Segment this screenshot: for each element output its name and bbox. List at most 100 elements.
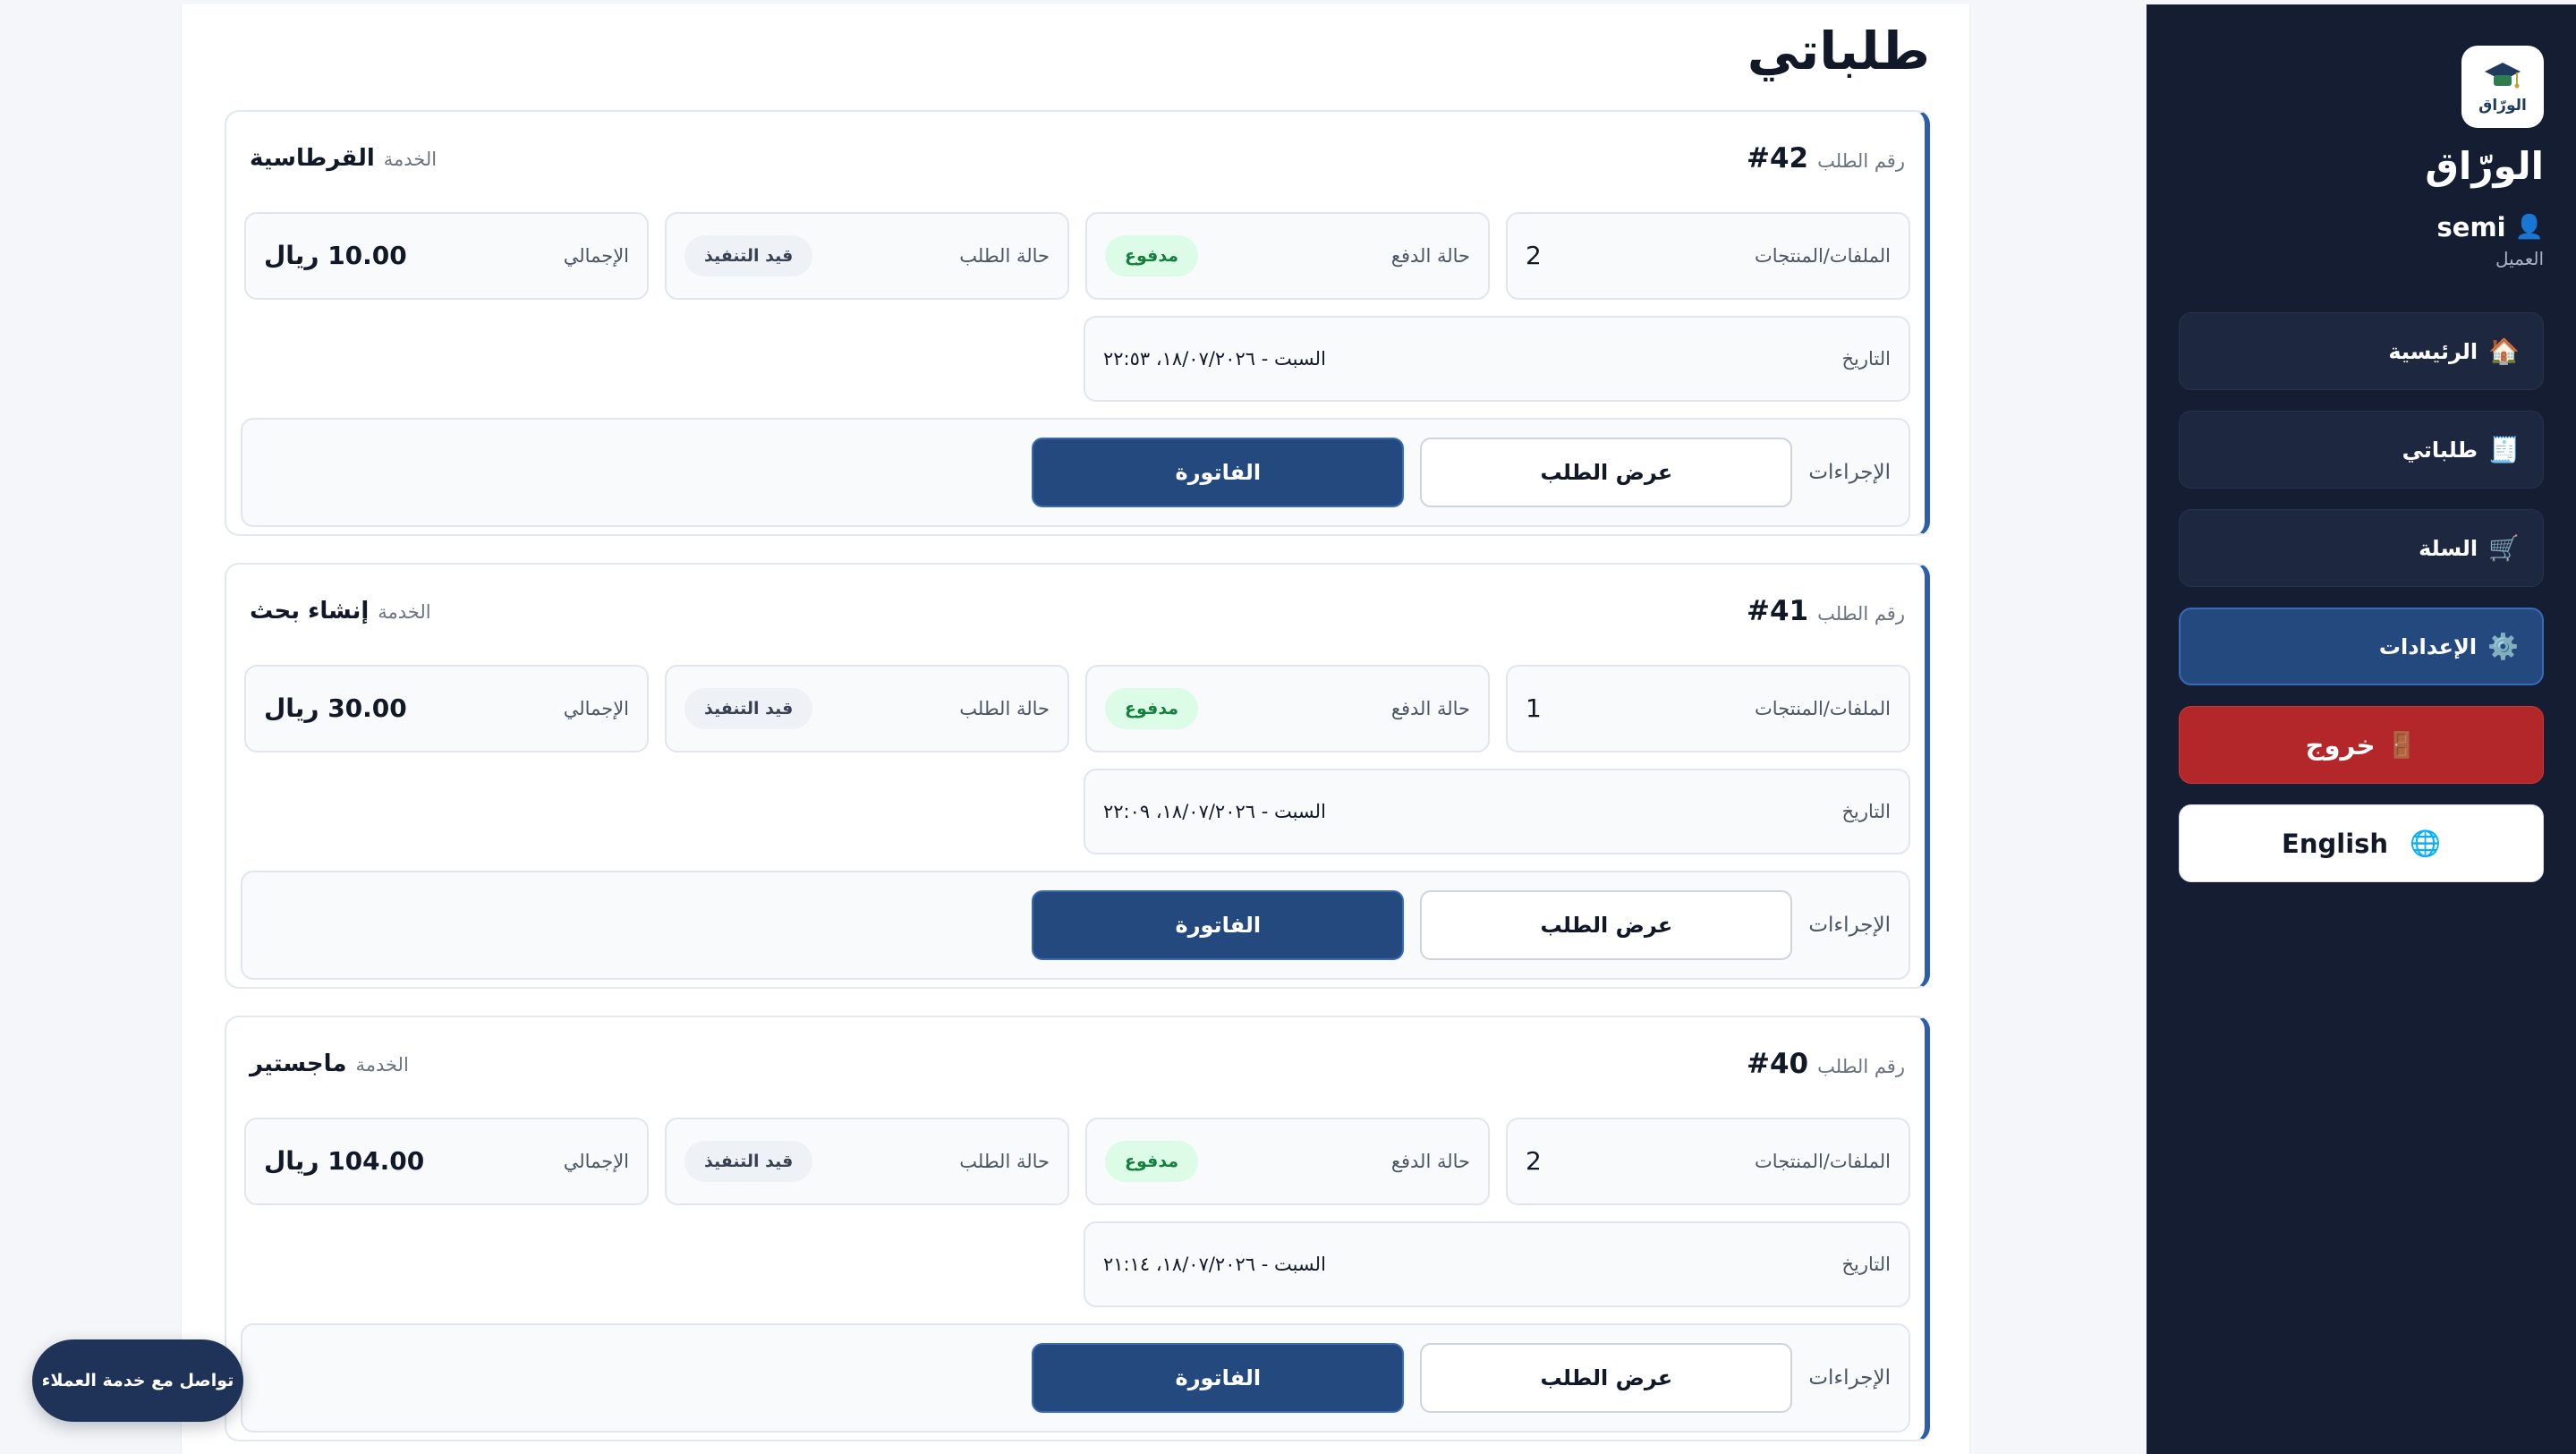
order-status-box: حالة الطلب قيد التنفيذ	[665, 1117, 1069, 1205]
payment-status-badge: مدفوع	[1105, 1140, 1199, 1182]
total-box: الإجمالي 104.00 ريال	[244, 1117, 649, 1205]
payment-status-label: حالة الدفع	[1390, 244, 1470, 267]
order-date: السبت - ١٨/٠٧/٢٠٢٦، ٢٢:٠٩	[1103, 800, 1326, 822]
order-status-label: حالة الطلب	[959, 697, 1050, 719]
total-amount: 104.00 ريال	[264, 1146, 425, 1177]
files-count: 2	[1526, 241, 1542, 271]
user-name: semi	[2436, 212, 2506, 243]
sidebar-item-label: طلباتي	[2402, 437, 2478, 463]
sidebar-item-my-orders[interactable]: 🧾 طلباتي	[2179, 411, 2544, 489]
order-status-badge: قيد التنفيذ	[684, 234, 813, 276]
total-box: الإجمالي 10.00 ريال	[244, 211, 649, 300]
payment-status-box: حالة الدفع مدفوع	[1085, 211, 1490, 300]
order-number-label: رقم الطلب	[1817, 149, 1905, 172]
order-card: رقم الطلب #41 الخدمة إنشاء بحث الملفات/ا…	[225, 562, 1930, 989]
payment-status-badge: مدفوع	[1105, 687, 1199, 729]
home-icon: 🏠	[2488, 336, 2520, 367]
payment-status-badge: مدفوع	[1105, 234, 1199, 276]
gear-icon: ⚙️	[2487, 632, 2519, 662]
service-name: القرطاسية	[250, 144, 375, 172]
order-status-box: حالة الطلب قيد التنفيذ	[665, 211, 1069, 300]
date-label: التاريخ	[1841, 347, 1891, 370]
language-label: English	[2282, 828, 2389, 859]
page: طلباتي رقم الطلب #42 الخدمة القرطاسية ال…	[0, 0, 2576, 1454]
service-group: الخدمة إنشاء بحث	[250, 598, 431, 625]
payment-status-label: حالة الدفع	[1390, 697, 1470, 719]
order-actions: الإجراءات عرض الطلب الفاتورة	[241, 1322, 1910, 1433]
sidebar: الورّاق الورّاق 👤 semi العميل 🏠 الرئيسية…	[2147, 4, 2576, 1454]
order-card: رقم الطلب #40 الخدمة ماجستير الملفات/الم…	[225, 1015, 1930, 1441]
graduation-cap-icon	[2485, 63, 2521, 89]
files-count: 2	[1526, 1146, 1542, 1177]
order-stats: الملفات/المنتجات 2 حالة الدفع مدفوع حالة…	[244, 211, 1910, 300]
total-label: الإجمالي	[563, 697, 629, 719]
sidebar-item-label: الإعدادات	[2378, 633, 2478, 659]
order-number: #41	[1747, 594, 1809, 627]
receipt-icon: 🧾	[2488, 435, 2520, 465]
order-stats: الملفات/المنتجات 2 حالة الدفع مدفوع حالة…	[244, 1117, 1910, 1205]
total-label: الإجمالي	[563, 1150, 629, 1172]
cart-icon: 🛒	[2488, 533, 2520, 564]
service-label: الخدمة	[355, 1053, 409, 1076]
order-card-header: رقم الطلب #40 الخدمة ماجستير	[244, 1041, 1910, 1087]
files-label: الملفات/المنتجات	[1755, 697, 1891, 719]
order-card-header: رقم الطلب #41 الخدمة إنشاء بحث	[244, 588, 1910, 634]
order-stats: الملفات/المنتجات 1 حالة الدفع مدفوع حالة…	[244, 664, 1910, 753]
date-label: التاريخ	[1841, 1253, 1891, 1275]
language-toggle-button[interactable]: English 🌐	[2179, 804, 2544, 883]
brand-name: الورّاق	[2425, 144, 2544, 188]
service-label: الخدمة	[383, 148, 438, 170]
sidebar-item-settings[interactable]: ⚙️ الإعدادات	[2179, 608, 2544, 686]
order-date: السبت - ١٨/٠٧/٢٠٢٦، ٢٢:٥٣	[1103, 347, 1326, 370]
order-number-group: رقم الطلب #40	[1747, 1048, 1905, 1080]
service-name: ماجستير	[250, 1050, 347, 1077]
order-number-label: رقم الطلب	[1817, 602, 1905, 625]
main-content: طلباتي رقم الطلب #42 الخدمة القرطاسية ال…	[181, 4, 1970, 1454]
service-label: الخدمة	[378, 600, 431, 623]
total-box: الإجمالي 30.00 ريال	[244, 664, 649, 753]
files-label: الملفات/المنتجات	[1755, 244, 1891, 267]
logo[interactable]: الورّاق	[2461, 46, 2544, 128]
view-order-button[interactable]: عرض الطلب	[1420, 437, 1793, 507]
date-label: التاريخ	[1841, 800, 1891, 822]
service-group: الخدمة القرطاسية	[250, 145, 437, 172]
logout-button[interactable]: 🚪 خروج	[2179, 706, 2544, 785]
order-number-group: رقم الطلب #42	[1747, 142, 1905, 174]
sidebar-item-home[interactable]: 🏠 الرئيسية	[2179, 312, 2544, 391]
order-status-label: حالة الطلب	[959, 244, 1050, 267]
page-title: طلباتي	[1747, 21, 1930, 81]
order-number-group: رقم الطلب #41	[1747, 595, 1905, 627]
user-role: العميل	[2495, 248, 2544, 270]
sidebar-nav: 🏠 الرئيسية 🧾 طلباتي 🛒 السلة ⚙️ الإعدادات…	[2179, 312, 2544, 883]
order-status-box: حالة الطلب قيد التنفيذ	[665, 664, 1069, 753]
order-status-label: حالة الطلب	[959, 1150, 1050, 1172]
order-actions: الإجراءات عرض الطلب الفاتورة	[241, 870, 1910, 980]
globe-icon: 🌐	[2410, 829, 2441, 859]
logout-label: خروج	[2305, 729, 2376, 761]
order-number: #40	[1747, 1047, 1809, 1080]
files-count-box: الملفات/المنتجات 2	[1506, 1117, 1910, 1205]
order-date: السبت - ١٨/٠٧/٢٠٢٦، ٢١:١٤	[1103, 1253, 1326, 1275]
order-status-badge: قيد التنفيذ	[684, 1140, 813, 1182]
invoice-button[interactable]: الفاتورة	[1032, 437, 1405, 507]
sidebar-item-cart[interactable]: 🛒 السلة	[2179, 509, 2544, 588]
customer-support-button[interactable]: تواصل مع خدمة العملاء	[32, 1339, 243, 1422]
orders-list: رقم الطلب #42 الخدمة القرطاسية الملفات/ا…	[221, 109, 1930, 1441]
payment-status-box: حالة الدفع مدفوع	[1085, 1117, 1490, 1205]
logo-text: الورّاق	[2478, 97, 2527, 115]
order-date-box: التاريخ السبت - ١٨/٠٧/٢٠٢٦، ٢١:١٤	[1084, 1220, 1910, 1307]
sidebar-item-label: السلة	[2419, 535, 2478, 561]
service-group: الخدمة ماجستير	[250, 1050, 409, 1077]
total-label: الإجمالي	[563, 244, 629, 267]
view-order-button[interactable]: عرض الطلب	[1420, 1342, 1793, 1413]
total-amount: 30.00 ريال	[264, 693, 407, 724]
files-count: 1	[1526, 693, 1542, 724]
actions-label: الإجراءات	[1808, 913, 1891, 937]
order-number-label: رقم الطلب	[1817, 1055, 1905, 1077]
order-actions: الإجراءات عرض الطلب الفاتورة	[241, 417, 1910, 527]
actions-label: الإجراءات	[1808, 1365, 1891, 1390]
invoice-button[interactable]: الفاتورة	[1032, 1342, 1405, 1413]
view-order-button[interactable]: عرض الطلب	[1420, 889, 1793, 960]
invoice-button[interactable]: الفاتورة	[1032, 889, 1405, 960]
service-name: إنشاء بحث	[250, 597, 370, 625]
